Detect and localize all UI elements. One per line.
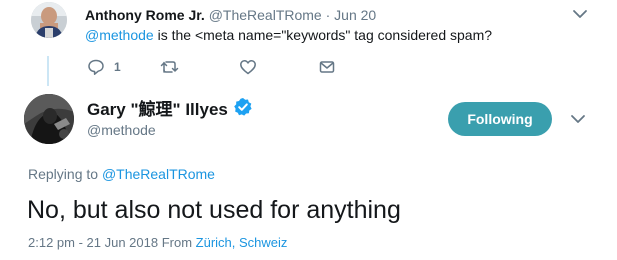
direct-message-icon	[319, 61, 335, 73]
mention-link[interactable]: @methode	[85, 27, 154, 43]
retweet-button[interactable]	[160, 58, 239, 76]
tweet-actions: 1	[87, 57, 336, 77]
avatar-photo	[31, 2, 67, 38]
reply-count: 1	[114, 60, 121, 74]
retweet-icon	[160, 61, 179, 73]
like-icon	[240, 60, 256, 75]
separator-dot: ·	[325, 7, 331, 23]
replying-handle-link[interactable]: @TheRealTRome	[102, 166, 215, 182]
author-name[interactable]: Anthony Rome Jr.	[85, 7, 205, 23]
author-handle[interactable]: @TheRealTRome	[209, 7, 322, 23]
tweet-timestamp: 2:12 pm - 21 Jun 2018 From Zürich, Schwe…	[28, 234, 287, 252]
replying-label: Replying to	[28, 166, 102, 182]
chevron-down-icon[interactable]	[570, 113, 586, 125]
replying-to: Replying to @TheRealTRome	[28, 165, 215, 183]
author-name[interactable]: Gary "鯨理" Illyes	[87, 99, 228, 121]
avatar-photo	[24, 94, 74, 144]
reply-button[interactable]: 1	[87, 58, 160, 76]
following-button[interactable]: Following	[448, 102, 552, 136]
like-button[interactable]	[239, 58, 318, 76]
tweet-thread: Anthony Rome Jr. @TheRealTRome · Jun 20 …	[0, 0, 617, 260]
avatar[interactable]	[24, 94, 74, 144]
thread-line	[47, 56, 49, 86]
verified-badge-icon	[233, 97, 253, 123]
author-handle[interactable]: @methode	[87, 121, 156, 139]
tweet-body: is the <meta name="keywords" tag conside…	[153, 27, 493, 43]
tweet-time-date[interactable]: 2:12 pm - 21 Jun 2018 From	[28, 235, 196, 250]
direct-message-button[interactable]	[318, 58, 336, 76]
author-name-row: Gary "鯨理" Illyes	[87, 97, 253, 123]
chevron-down-icon[interactable]	[572, 8, 588, 20]
avatar[interactable]	[31, 2, 67, 38]
parent-tweet-header: Anthony Rome Jr. @TheRealTRome · Jun 20	[85, 6, 567, 24]
parent-tweet-text: @methode is the <meta name="keywords" ta…	[85, 26, 492, 44]
reply-icon	[88, 59, 104, 75]
location-link[interactable]: Zürich, Schweiz	[196, 235, 288, 250]
tweet-text: No, but also not used for anything	[27, 196, 401, 224]
tweet-date[interactable]: Jun 20	[334, 7, 376, 23]
